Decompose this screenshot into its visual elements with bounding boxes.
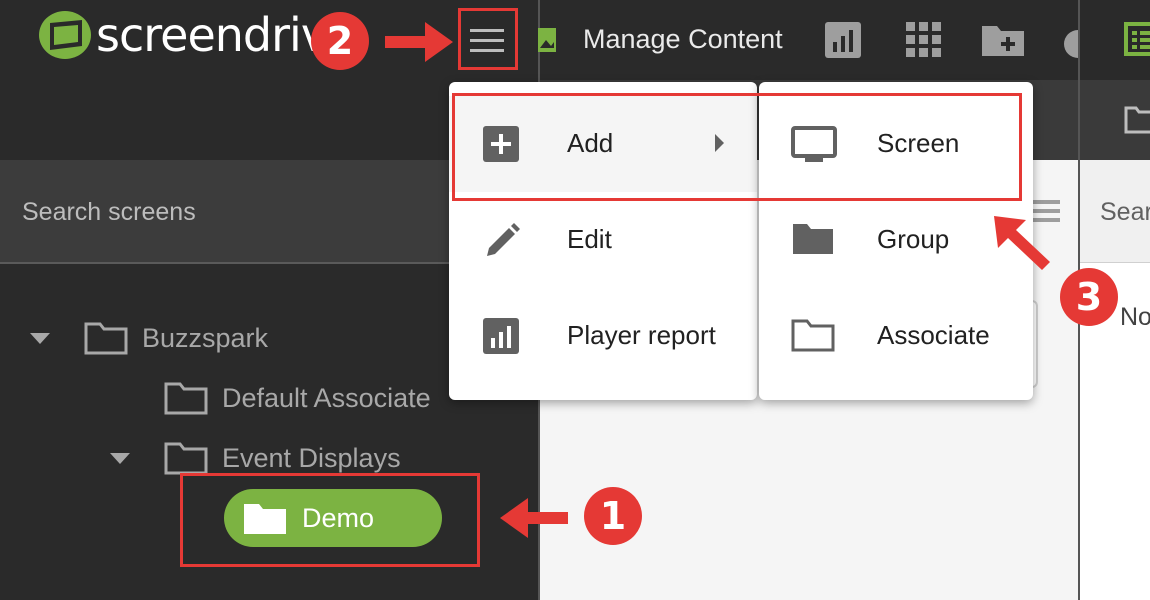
- highlight-box: [452, 93, 1022, 201]
- caret-down-icon[interactable]: [110, 452, 130, 464]
- table-icon[interactable]: [1124, 22, 1150, 58]
- menu-item-label: Edit: [567, 224, 612, 254]
- tree-item-label: Default Associate: [222, 382, 431, 413]
- grid-icon[interactable]: [906, 22, 942, 58]
- logo-text: screendriv: [96, 8, 316, 62]
- folder-outline-icon: [791, 319, 835, 352]
- right-content-text: No: [1120, 303, 1150, 331]
- menu-item-associate[interactable]: Associate: [759, 288, 1033, 384]
- step-badge: 1: [584, 487, 642, 545]
- menu-item-label: Group: [877, 224, 950, 254]
- logo-text-part: driv: [242, 8, 316, 62]
- folder-outline-icon: [1124, 106, 1150, 134]
- logo-text-part: screen: [96, 8, 244, 62]
- pencil-icon: [487, 223, 520, 256]
- folder-outline-icon: [164, 382, 208, 415]
- menu-item-edit[interactable]: Edit: [449, 192, 757, 288]
- tree-item-event-displays[interactable]: Event Displays: [110, 438, 401, 478]
- report-icon: [483, 318, 519, 354]
- step-badge: 3: [1060, 268, 1118, 326]
- right-header: [1080, 80, 1150, 160]
- right-search-placeholder: Sear: [1100, 198, 1150, 226]
- search-placeholder: Search screens: [22, 198, 196, 226]
- bar-chart-icon[interactable]: [825, 22, 861, 58]
- logo-icon: [39, 11, 91, 59]
- cloud-icon[interactable]: [1058, 22, 1078, 58]
- highlight-box: [180, 473, 480, 567]
- menu-item-label: Player report: [567, 320, 716, 350]
- page-title: Manage Content: [583, 24, 783, 54]
- arrow-right-icon: [385, 22, 453, 62]
- right-search-input[interactable]: Sear: [1080, 160, 1150, 263]
- folder-filled-icon: [793, 224, 833, 254]
- arrow-up-left-icon: [994, 216, 1050, 270]
- caret-down-icon[interactable]: [30, 332, 50, 344]
- highlight-box: [458, 8, 518, 70]
- image-icon[interactable]: [538, 28, 556, 52]
- menu-item-label: Associate: [877, 320, 990, 350]
- tree-item-buzzspark[interactable]: Buzzspark: [30, 318, 268, 358]
- step-badge: 2: [311, 12, 369, 70]
- tree-item-default-associate[interactable]: Default Associate: [164, 378, 431, 418]
- folder-outline-icon: [164, 442, 208, 475]
- menu-item-player-report[interactable]: Player report: [449, 288, 757, 384]
- tree-item-label: Event Displays: [222, 442, 401, 473]
- tree-item-label: Buzzspark: [142, 322, 269, 353]
- folder-outline-icon: [84, 322, 128, 355]
- arrow-left-icon: [500, 498, 568, 538]
- folder-add-icon[interactable]: [982, 22, 1024, 58]
